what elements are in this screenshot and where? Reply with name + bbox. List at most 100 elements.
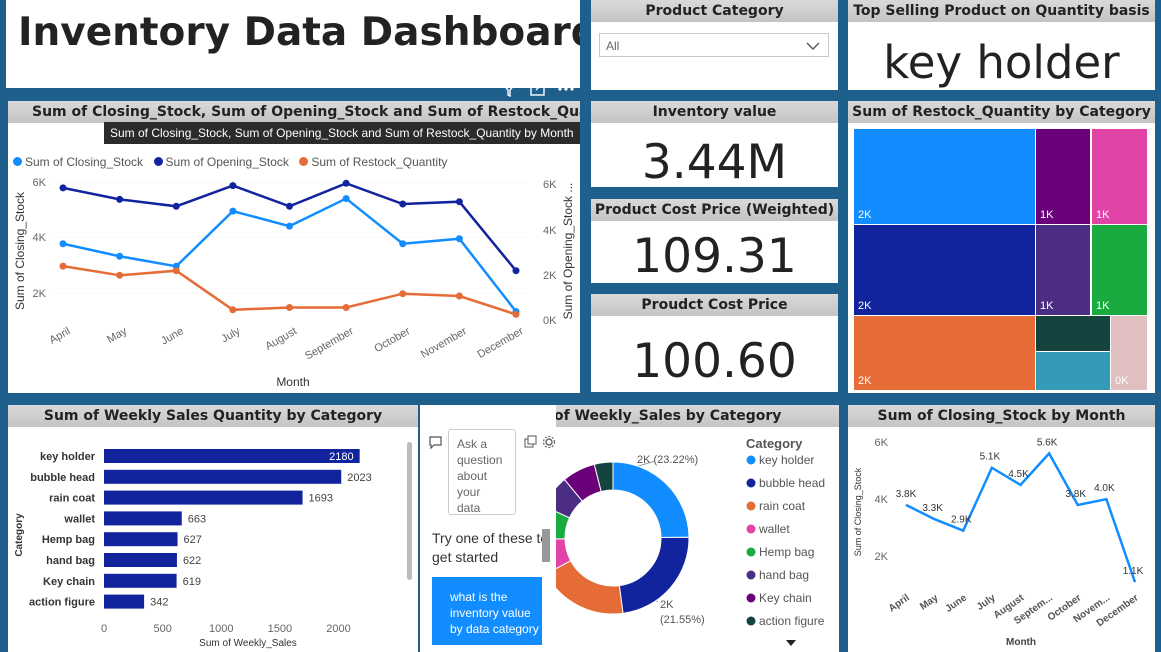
x-tick-label: 2000 [326,623,350,635]
treemap-tile-label: 1K [1096,300,1110,312]
bar-value-label: 1693 [309,493,333,505]
inventory-value-card: Inventory value 3.44M [591,101,838,187]
cost-price-card: Proudct Cost Price 100.60 [591,294,838,392]
legend-dot [746,478,756,488]
treemap-tile[interactable]: 2K [854,225,1035,315]
treemap-tile[interactable]: 1K [1092,225,1147,315]
bar [104,449,360,463]
data-point [59,262,67,270]
x-tick-label: September [303,325,356,362]
kpi-title: Proudct Cost Price [591,294,838,316]
data-point [512,267,520,275]
settings-gear-icon[interactable] [542,435,556,449]
treemap-tile[interactable]: 2K [854,316,1035,390]
legend-dot [746,455,756,465]
data-point [59,240,67,248]
legend-dot [746,501,756,511]
data-point [342,195,350,203]
treemap-tile[interactable]: 1K [1036,129,1090,224]
right-tick: 2K [543,270,557,282]
legend-dot [746,524,756,534]
legend-dot [746,593,756,603]
filter-icon[interactable] [500,82,518,98]
data-label: 3.8K [1065,489,1086,500]
visual-header [498,80,580,98]
x-tick-label: 1500 [268,623,292,635]
legend-item-label: wallet [758,522,790,536]
dashboard-title: Inventory Data Dashboard [18,10,580,55]
legend-scroll-down-icon[interactable] [786,640,796,646]
data-point [229,207,237,215]
closing-y-tick: 4K [875,494,889,506]
bar-category-label: Hemp bag [42,534,95,546]
weekly-sales-bar-chart: Category Sum of Weekly_Sales key holder 2… [14,449,372,649]
x-tick-label: December [476,325,526,361]
treemap-tile[interactable] [1036,352,1110,390]
data-label: 3.3K [922,503,943,514]
data-point [342,304,350,311]
kpi-title: Inventory value [591,101,838,123]
bar [104,490,303,505]
bar-category-label: Key chain [43,576,95,588]
legend-item-label: bubble head [759,476,825,490]
data-point [116,252,124,260]
product-category-slicer: Product Category All [591,0,838,90]
treemap-tile[interactable]: 2K [854,129,1035,224]
legend-dot [746,570,756,580]
qa-scrollbar[interactable] [542,529,550,562]
data-point [512,310,520,318]
x-tick-label: June [944,592,970,615]
data-point [455,292,463,300]
combo-line-chart: Sum of Closing_Stock Sum of Opening_Stoc… [13,177,575,389]
bar [104,511,182,526]
focus-mode-icon[interactable] [530,82,545,96]
bar [104,532,178,547]
left-tick: 2K [33,288,47,300]
qa-suggestion-button[interactable]: what is the inventory value by data cate… [432,577,542,645]
data-point [342,179,350,187]
legend-dot [746,616,756,626]
data-label: 5.6K [1037,437,1058,448]
donut-slice [612,461,690,539]
treemap-tile[interactable] [1036,316,1110,351]
restock-treemap: 2K 1K 1K 2K 1K 1K 2K 0K [848,101,1155,393]
weighted-cost-card: Product Cost Price (Weighted) 109.31 [591,199,838,283]
donut-label: 2K (23.22%) [637,454,698,466]
top-selling-value: key holder [883,36,1120,89]
treemap-tile-label: 1K [1040,300,1054,312]
comment-icon[interactable] [428,435,444,451]
legend-item-label: Key chain [759,591,812,605]
data-point [399,290,407,298]
qa-question-input[interactable]: Ask a question about your data [448,429,516,515]
treemap-tile[interactable]: 1K [1036,225,1090,315]
x-tick-label: October [372,325,412,355]
bar-category-label: action figure [29,597,95,609]
slicer-dropdown[interactable]: All [599,33,829,57]
more-options-icon[interactable] [558,87,574,91]
data-point [455,235,463,243]
x-tick-label: July [219,325,242,345]
data-point [286,202,293,210]
legend-item-label: hand bag [759,568,809,582]
qa-overlay: Ask a question about your data Try one o… [420,405,556,652]
bar [104,553,177,567]
data-point [229,182,237,190]
scrollbar[interactable] [407,442,412,580]
bar-value-label: 663 [188,513,206,525]
data-label: 5.1K [980,452,1001,463]
data-point [399,240,407,248]
legend-item-label: action figure [759,614,825,628]
treemap-tile-label: 1K [1096,209,1110,221]
treemap-tile[interactable]: 1K [1092,129,1147,224]
treemap-tile[interactable]: 0K [1111,316,1147,390]
x-axis-title: Month [276,375,309,389]
treemap-tile-label: 2K [858,209,872,221]
donut-label: 2K [660,599,674,611]
right-tick: 4K [543,225,557,237]
bar-category-label: hand bag [46,555,95,567]
kpi-value: 3.44M [641,135,788,187]
x-tick-label: May [105,325,129,346]
slicer-title: Product Category [591,0,838,22]
copy-icon[interactable] [524,435,538,449]
title-panel: Inventory Data Dashboard [6,0,580,88]
